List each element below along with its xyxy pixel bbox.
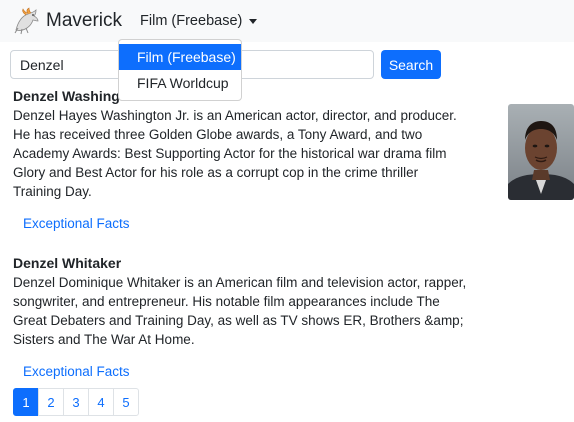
result-item: Denzel Whitaker Denzel Dominique Whitake… [13,253,468,381]
search-button[interactable]: Search [381,50,441,79]
dataset-selected-label: Film (Freebase) [140,13,243,29]
results-list: Denzel Washington Denzel Hayes Washingto… [13,86,468,381]
dataset-dropdown-toggle[interactable]: Film (Freebase) [140,13,258,29]
pagination: 1 2 3 4 5 [13,388,139,416]
page-3-button[interactable]: 3 [63,388,89,416]
result-description: Denzel Dominique Whitaker is an American… [13,275,467,347]
caret-down-icon [249,18,258,24]
portrait-photo-icon [508,104,574,200]
dataset-dropdown-menu: Film (Freebase) FIFA Worldcup [118,39,242,101]
page-1-button[interactable]: 1 [13,388,39,416]
portrait-image [508,104,574,200]
horse-logo-icon [14,7,39,35]
exceptional-facts-link[interactable]: Exceptional Facts [23,364,130,379]
brand[interactable]: Maverick [12,6,122,36]
navbar: Maverick Film (Freebase) [0,0,574,42]
dropdown-item-fifa-worldcup[interactable]: FIFA Worldcup [119,70,241,96]
exceptional-facts-link[interactable]: Exceptional Facts [23,216,130,231]
page-5-button[interactable]: 5 [113,388,139,416]
page-4-button[interactable]: 4 [88,388,114,416]
result-description: Denzel Hayes Washington Jr. is an Americ… [13,108,457,199]
result-item: Denzel Washington Denzel Hayes Washingto… [13,86,468,233]
result-name: Denzel Whitaker [13,255,122,271]
brand-name: Maverick [46,10,123,31]
page-2-button[interactable]: 2 [38,388,64,416]
dropdown-item-film-freebase[interactable]: Film (Freebase) [119,44,241,70]
